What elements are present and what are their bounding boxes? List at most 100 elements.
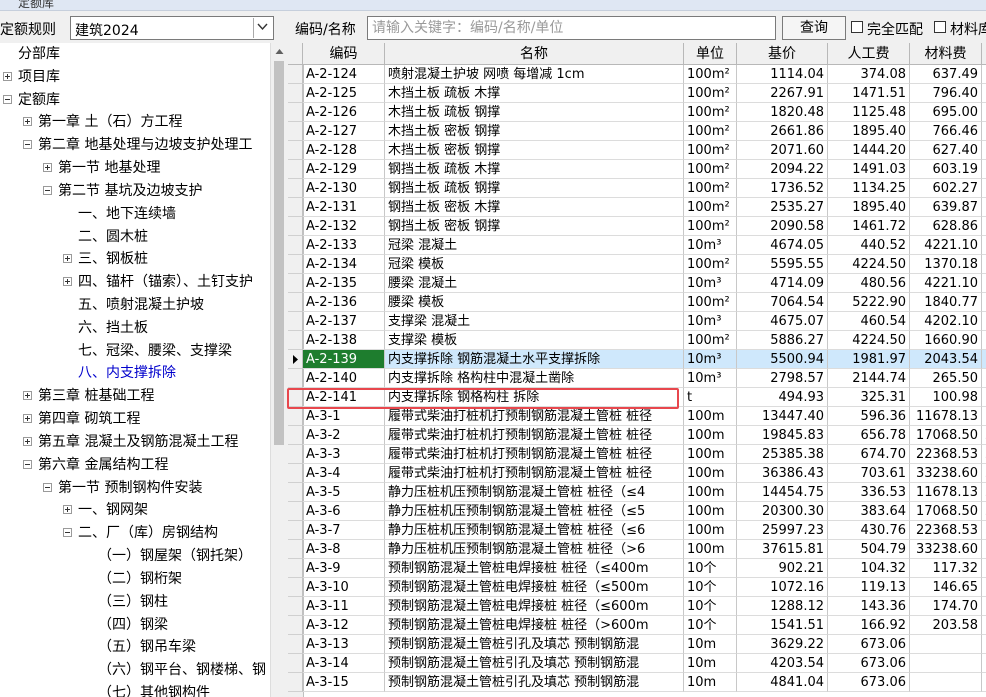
cell-value[interactable]: 1895.40 (828, 122, 910, 141)
tree-node[interactable]: 第一章 土（石）方工程 (0, 111, 270, 133)
cell-value[interactable] (910, 635, 982, 654)
cell-value[interactable]: 100m (684, 521, 737, 540)
cell-value[interactable]: 37615.81 (737, 540, 828, 559)
table-row[interactable]: A-2-132 钢挡土板 密板 钢撑 100m² 2090.58 1461.72 628.… (288, 217, 986, 236)
cell-value[interactable] (982, 160, 986, 179)
cell-value[interactable]: 336.53 (828, 483, 910, 502)
cell-value[interactable]: 10个 (684, 616, 737, 635)
cell-value[interactable]: 4221.10 (910, 274, 982, 293)
cell-code[interactable]: A-3-1 (303, 407, 385, 426)
table-row[interactable]: A-2-131 钢挡土板 密板 木撑 100m² 2535.27 1895.40 639.… (288, 198, 986, 217)
cell-name[interactable]: 预制钢筋混凝土管桩电焊接桩 桩径（>600m (385, 616, 684, 635)
expand-icon[interactable] (63, 505, 72, 515)
table-row[interactable]: A-3-3 履带式柴油打桩机打预制钢筋混凝土管桩 桩径 100m 25385.38 67… (288, 445, 986, 464)
cell-value[interactable]: 1370.18 (910, 255, 982, 274)
table-row[interactable]: A-3-4 履带式柴油打桩机打预制钢筋混凝土管桩 桩径 100m 36386.43 70… (288, 464, 986, 483)
cell-value[interactable]: 2661.86 (737, 122, 828, 141)
cell-value[interactable]: 2144.74 (828, 369, 910, 388)
cell-value[interactable]: 1471.51 (828, 84, 910, 103)
cell-value[interactable]: 2090.58 (737, 217, 828, 236)
scroll-up-icon[interactable] (271, 43, 288, 60)
cell-name[interactable]: 木挡土板 密板 钢撑 (385, 141, 684, 160)
cell-value[interactable]: 4224.50 (828, 331, 910, 350)
row-header[interactable] (288, 635, 303, 654)
cell-name[interactable]: 冠梁 模板 (385, 255, 684, 274)
cell-code[interactable]: A-2-132 (303, 217, 385, 236)
cell-value[interactable] (982, 236, 986, 255)
cell-value[interactable]: 374.08 (828, 65, 910, 84)
row-header[interactable] (288, 502, 303, 521)
cell-code[interactable]: A-2-129 (303, 160, 385, 179)
cell-value[interactable]: 146.65 (910, 578, 982, 597)
cell-value[interactable]: 7064.54 (737, 293, 828, 312)
cell-value[interactable] (910, 654, 982, 673)
cell-value[interactable]: 11678.13 (910, 483, 982, 502)
tree-node[interactable]: 二、圆木桩 (0, 226, 270, 248)
cell-code[interactable]: A-2-137 (303, 312, 385, 331)
row-header[interactable] (288, 103, 303, 122)
cell-value[interactable]: 5886.27 (737, 331, 828, 350)
expand-icon[interactable] (3, 71, 12, 81)
cell-code[interactable]: A-3-14 (303, 654, 385, 673)
row-header[interactable] (288, 217, 303, 236)
row-header[interactable] (288, 255, 303, 274)
tree-node[interactable]: 五、喷射混凝土护坡 (0, 294, 270, 316)
cell-value[interactable]: 100m (684, 464, 737, 483)
cell-code[interactable]: A-3-6 (303, 502, 385, 521)
cell-value[interactable]: 22368.53 (910, 521, 982, 540)
cell-name[interactable]: 内支撑拆除 钢筋混凝土水平支撑拆除 (385, 350, 684, 369)
cell-value[interactable]: 1895.40 (828, 198, 910, 217)
cell-value[interactable]: 440.52 (828, 236, 910, 255)
cell-value[interactable]: 2 (982, 426, 986, 445)
expand-icon[interactable] (63, 277, 72, 287)
cell-value[interactable]: 4202.10 (910, 312, 982, 331)
cell-value[interactable]: 325.31 (828, 388, 910, 407)
row-header[interactable] (288, 84, 303, 103)
cell-value[interactable]: 627.40 (910, 141, 982, 160)
cell-value[interactable]: 673.06 (828, 635, 910, 654)
table-row[interactable]: A-3-10 预制钢筋混凝土管桩电焊接桩 桩径（≤500m 10个 1072.16 11… (288, 578, 986, 597)
cell-value[interactable]: 174.70 (910, 597, 982, 616)
row-header[interactable] (288, 483, 303, 502)
cell-value[interactable]: 1114.04 (737, 65, 828, 84)
cell-value[interactable]: 19845.83 (737, 426, 828, 445)
cell-value[interactable]: 100m² (684, 331, 737, 350)
collapse-icon[interactable] (43, 185, 52, 195)
cell-value[interactable] (982, 179, 986, 198)
cell-value[interactable]: 10m³ (684, 312, 737, 331)
row-header[interactable] (288, 312, 303, 331)
cell-value[interactable]: 33238.60 (910, 464, 982, 483)
table-row[interactable]: A-3-9 预制钢筋混凝土管桩电焊接桩 桩径（≤400m 10个 902.21 104.… (288, 559, 986, 578)
cell-value[interactable]: 14454.75 (737, 483, 828, 502)
cell-value[interactable]: 628.86 (910, 217, 982, 236)
tree-node[interactable]: （三）钢柱 (0, 591, 270, 613)
cell-value[interactable]: 637.49 (910, 65, 982, 84)
row-header[interactable] (288, 236, 303, 255)
cell-value[interactable]: 1125.48 (828, 103, 910, 122)
cell-name[interactable]: 腰梁 混凝土 (385, 274, 684, 293)
table-row[interactable]: A-2-135 腰梁 混凝土 10m³ 4714.09 480.56 4221.10 (288, 274, 986, 293)
cell-code[interactable]: A-2-131 (303, 198, 385, 217)
cell-value[interactable]: 10m³ (684, 369, 737, 388)
tree-node[interactable]: 第四章 砌筑工程 (0, 408, 270, 430)
cell-value[interactable] (910, 673, 982, 692)
cell-value[interactable]: 1288.12 (737, 597, 828, 616)
cell-name[interactable]: 预制钢筋混凝土管桩引孔及填芯 预制钢筋混 (385, 654, 684, 673)
cell-name[interactable]: 履带式柴油打桩机打预制钢筋混凝土管桩 桩径 (385, 445, 684, 464)
cell-value[interactable]: 596.36 (828, 407, 910, 426)
tree-node[interactable]: （七）其他钢构件 (0, 682, 270, 697)
cell-value[interactable]: 5595.55 (737, 255, 828, 274)
table-row[interactable]: A-2-139 内支撑拆除 钢筋混凝土水平支撑拆除 10m³ 5500.94 1981.… (288, 350, 986, 369)
cell-code[interactable]: A-2-140 (303, 369, 385, 388)
cell-value[interactable]: 2 (982, 483, 986, 502)
cell-value[interactable]: 100m (684, 502, 737, 521)
row-header[interactable] (288, 597, 303, 616)
table-row[interactable]: A-2-130 钢挡土板 疏板 钢撑 100m² 1736.52 1134.25 602.… (288, 179, 986, 198)
cell-name[interactable]: 静力压桩机压预制钢筋混凝土管桩 桩径（≤5 (385, 502, 684, 521)
cell-value[interactable]: 1736.52 (737, 179, 828, 198)
cell-value[interactable]: 10m³ (684, 236, 737, 255)
cell-value[interactable]: 4841.04 (737, 673, 828, 692)
cell-value[interactable]: 2 (982, 464, 986, 483)
column-header[interactable]: 单位 (684, 43, 737, 65)
cell-name[interactable]: 静力压桩机压预制钢筋混凝土管桩 桩径（≤6 (385, 521, 684, 540)
